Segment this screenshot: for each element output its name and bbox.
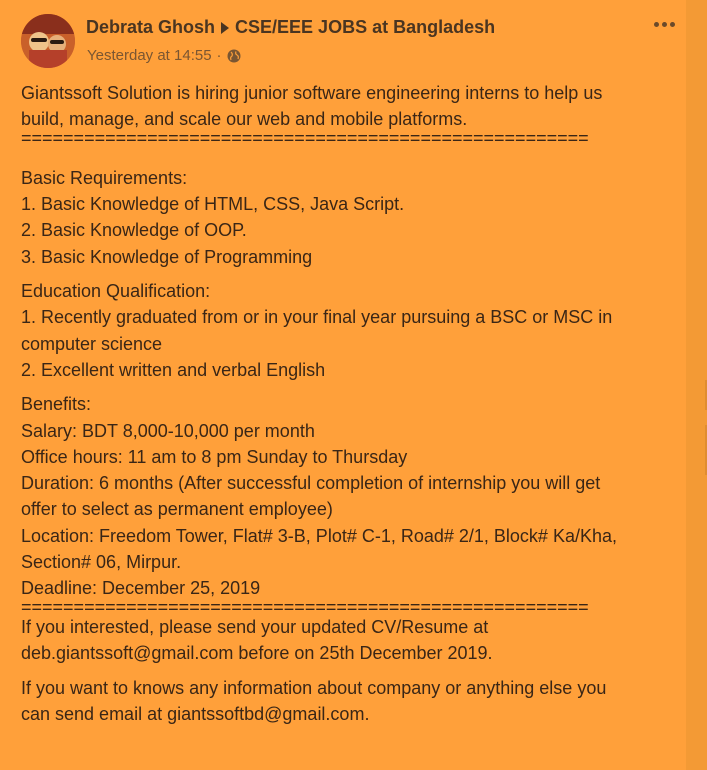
post-line: If you want to knows any information abo…	[21, 677, 607, 698]
post-line: Salary: BDT 8,000-10,000 per month	[21, 420, 315, 441]
avatar[interactable]	[21, 14, 75, 68]
meta-separator: ·	[216, 47, 222, 64]
post-line: deb.giantssoft@gmail.com before on 25th …	[21, 643, 493, 664]
post-line: 2. Excellent written and verbal English	[21, 359, 326, 380]
post-line: Education Qualification:	[21, 281, 211, 302]
post-line: Giantssoft Solution is hiring junior sof…	[21, 83, 603, 103]
more-options-icon[interactable]	[650, 14, 678, 34]
post-line: 3. Basic Knowledge of Programming	[21, 246, 313, 267]
timestamp[interactable]: Yesterday at 14:55	[87, 47, 212, 64]
post-line: 1. Basic Knowledge of HTML, CSS, Java Sc…	[21, 194, 405, 215]
post-line: can send email at giantssoftbd@gmail.com…	[21, 703, 370, 724]
post-line: Office hours: 11 am to 8 pm Sunday to Th…	[21, 446, 408, 467]
author-name[interactable]: Debrata Ghosh	[86, 17, 215, 38]
post-line: Basic Requirements:	[21, 167, 188, 188]
post-body: Giantssoft Solution is hiring junior sof…	[21, 80, 671, 727]
post-meta: Yesterday at 14:55 ·	[87, 47, 241, 64]
separator-line: ========================================…	[21, 127, 589, 148]
scrollbar-track[interactable]	[686, 0, 707, 770]
post-line: Section# 06, Mirpur.	[21, 552, 182, 573]
post-line: offer to select as permanent employee)	[21, 499, 333, 520]
post-card: Debrata Ghosh CSE/EEE JOBS at Bangladesh…	[0, 0, 686, 770]
globe-icon[interactable]	[227, 49, 241, 63]
post-line: 1. Recently graduated from or in your fi…	[21, 307, 613, 328]
group-name[interactable]: CSE/EEE JOBS at Bangladesh	[235, 17, 495, 38]
post-line: Location: Freedom Tower, Flat# 3-B, Plot…	[21, 525, 617, 546]
post-line: Benefits:	[21, 394, 92, 415]
arrow-right-icon	[221, 21, 230, 34]
post-line: computer science	[21, 333, 163, 354]
post-line: 2. Basic Knowledge of OOP.	[21, 220, 247, 241]
post-line: Duration: 6 months (After successful com…	[21, 473, 601, 494]
post-header: Debrata Ghosh CSE/EEE JOBS at Bangladesh	[86, 17, 495, 38]
